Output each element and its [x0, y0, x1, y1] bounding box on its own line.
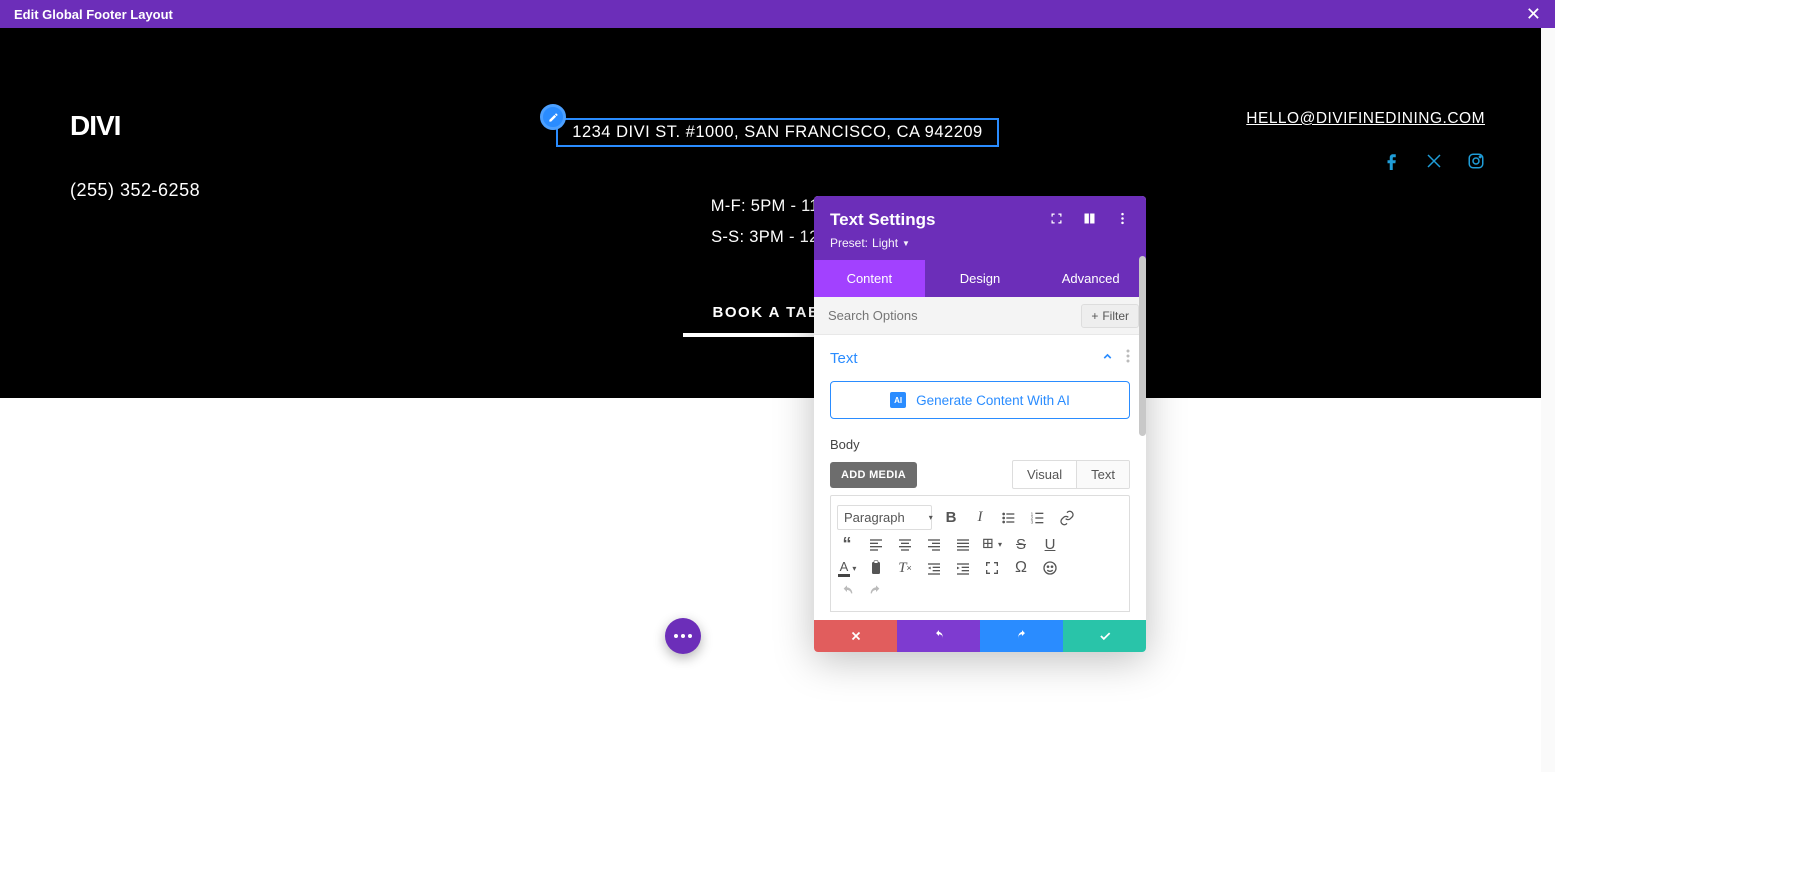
bold-icon[interactable]: B	[941, 508, 961, 528]
chevron-up-icon[interactable]	[1101, 350, 1114, 367]
blockquote-icon[interactable]: “	[837, 534, 857, 554]
footer-preview: DIVI (255) 352-6258 1234 DIVI ST. #1000,…	[0, 28, 1555, 398]
kebab-menu-icon[interactable]	[1126, 349, 1130, 367]
panel-title: Text Settings	[830, 210, 935, 230]
redo-button[interactable]	[980, 620, 1063, 652]
outdent-icon[interactable]	[924, 558, 944, 578]
footer-col-left: DIVI (255) 352-6258	[70, 110, 542, 398]
generate-ai-button[interactable]: AI Generate Content With AI	[830, 381, 1130, 419]
emoji-icon[interactable]	[1040, 558, 1060, 578]
align-justify-icon[interactable]	[953, 534, 973, 554]
close-icon[interactable]: ✕	[1526, 4, 1541, 25]
generate-ai-label: Generate Content With AI	[916, 393, 1070, 408]
add-media-button[interactable]: ADD MEDIA	[830, 462, 917, 488]
chevron-down-icon: ▾	[929, 513, 933, 522]
body-label: Body	[830, 437, 1130, 452]
filter-label: Filter	[1102, 309, 1129, 323]
cancel-button[interactable]	[814, 620, 897, 652]
editor-toolbar: Paragraph ▾ B I 123 “ ▾ S U A▾	[830, 495, 1130, 612]
table-icon[interactable]: ▾	[982, 534, 1002, 554]
format-select[interactable]: Paragraph ▾	[837, 505, 932, 530]
undo-button[interactable]	[897, 620, 980, 652]
tab-content[interactable]: Content	[814, 260, 925, 297]
text-settings-panel: Text Settings Preset: Light ▼ Content De…	[814, 196, 1146, 652]
align-center-icon[interactable]	[895, 534, 915, 554]
plus-icon: +	[1091, 309, 1098, 323]
snap-icon[interactable]	[1082, 211, 1097, 229]
instagram-icon[interactable]	[1467, 152, 1485, 175]
more-fab[interactable]	[665, 618, 701, 654]
panel-footer	[814, 620, 1146, 652]
chevron-down-icon: ▼	[902, 239, 910, 248]
panel-header[interactable]: Text Settings Preset: Light ▼	[814, 196, 1146, 260]
topbar-title: Edit Global Footer Layout	[14, 7, 173, 22]
preset-label: Preset:	[830, 236, 868, 250]
text-color-icon[interactable]: A▾	[837, 558, 857, 578]
fullscreen-icon[interactable]	[982, 558, 1002, 578]
link-icon[interactable]	[1057, 508, 1077, 528]
panel-body: Text AI Generate Content With AI Body AD…	[814, 335, 1146, 620]
italic-icon[interactable]: I	[970, 508, 990, 528]
clear-formatting-icon[interactable]: T×	[895, 558, 915, 578]
email-link[interactable]: HELLO@DIVIFINEDINING.COM	[1013, 110, 1485, 128]
dot-icon	[688, 634, 692, 638]
tab-text[interactable]: Text	[1077, 461, 1129, 488]
section-text-header[interactable]: Text	[830, 349, 1130, 367]
ai-badge-icon: AI	[890, 392, 906, 408]
paste-text-icon[interactable]	[866, 558, 886, 578]
search-input[interactable]	[814, 297, 1074, 334]
phone-text: (255) 352-6258	[70, 180, 542, 201]
social-icons	[1013, 152, 1485, 175]
page-scrollbar[interactable]	[1541, 28, 1555, 772]
preset-value: Light	[872, 236, 898, 250]
special-char-icon[interactable]: Ω	[1011, 558, 1031, 578]
address-module[interactable]: 1234 DIVI ST. #1000, SAN FRANCISCO, CA 9…	[556, 118, 998, 147]
address-text[interactable]: 1234 DIVI ST. #1000, SAN FRANCISCO, CA 9…	[556, 118, 998, 147]
align-right-icon[interactable]	[924, 534, 944, 554]
indent-icon[interactable]	[953, 558, 973, 578]
tab-design[interactable]: Design	[925, 260, 1036, 297]
panel-tabs: Content Design Advanced	[814, 260, 1146, 297]
x-twitter-icon[interactable]	[1425, 152, 1443, 175]
logo: DIVI	[70, 110, 542, 142]
preset-selector[interactable]: Preset: Light ▼	[830, 236, 1130, 250]
tab-advanced[interactable]: Advanced	[1035, 260, 1146, 297]
expand-icon[interactable]	[1049, 211, 1064, 229]
panel-scrollbar[interactable]	[1139, 256, 1146, 620]
strikethrough-icon[interactable]: S	[1011, 534, 1031, 554]
filter-button[interactable]: + Filter	[1081, 304, 1139, 328]
editor-topbar: Edit Global Footer Layout ✕	[0, 0, 1555, 28]
redo-icon[interactable]	[866, 582, 886, 602]
format-select-value: Paragraph	[844, 510, 905, 525]
facebook-icon[interactable]	[1383, 152, 1401, 175]
save-button[interactable]	[1063, 620, 1146, 652]
underline-icon[interactable]: U	[1040, 534, 1060, 554]
panel-search-row: + Filter	[814, 297, 1146, 335]
undo-icon[interactable]	[837, 582, 857, 602]
bullet-list-icon[interactable]	[999, 508, 1019, 528]
align-left-icon[interactable]	[866, 534, 886, 554]
kebab-menu-icon[interactable]	[1115, 211, 1130, 229]
panel-scroll-thumb[interactable]	[1139, 256, 1146, 436]
editor-mode-tabs: Visual Text	[1012, 460, 1130, 489]
tab-visual[interactable]: Visual	[1013, 461, 1077, 488]
numbered-list-icon[interactable]: 123	[1028, 508, 1048, 528]
section-title: Text	[830, 350, 858, 367]
svg-text:3: 3	[1031, 519, 1034, 524]
dot-icon	[681, 634, 685, 638]
dot-icon	[674, 634, 678, 638]
